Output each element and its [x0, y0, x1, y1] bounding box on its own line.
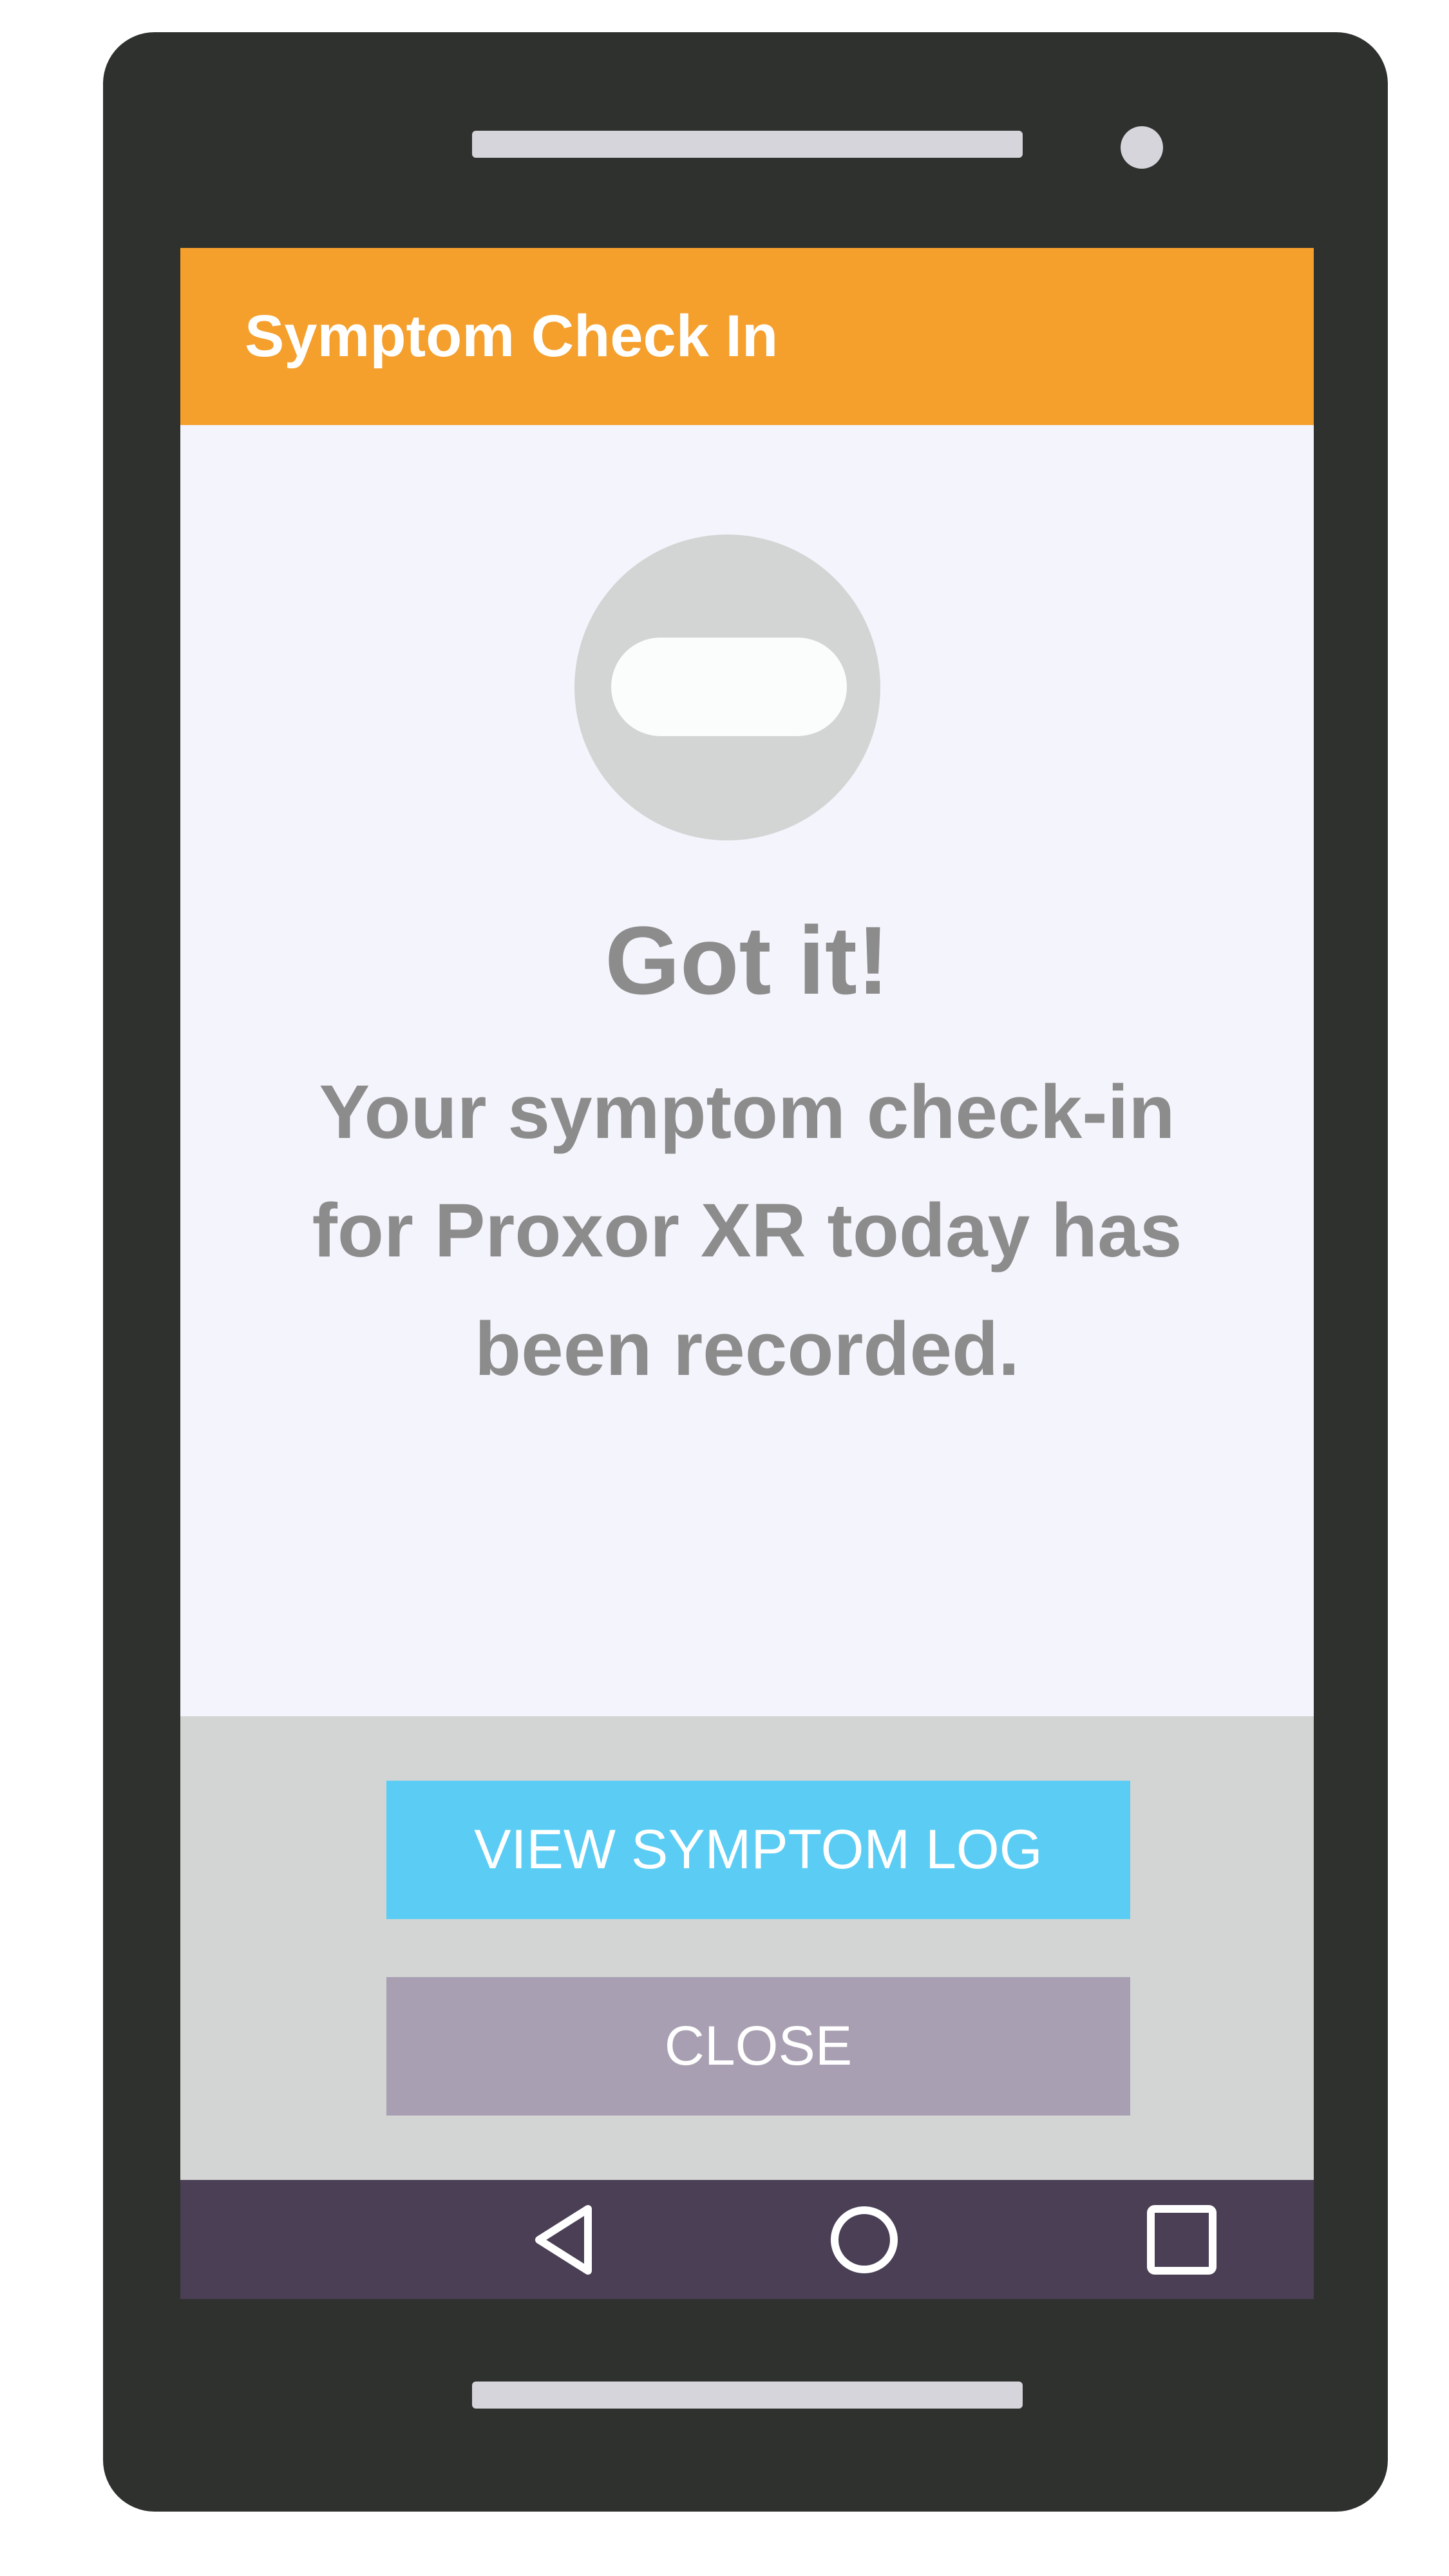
recents-icon — [1147, 2204, 1217, 2275]
confirmation-message: Your symptom check-in for Proxor XR toda… — [312, 1070, 1182, 1392]
back-icon — [535, 2204, 592, 2275]
front-camera — [1121, 126, 1163, 169]
nav-home-button[interactable] — [800, 2180, 929, 2299]
minus-circle-icon — [574, 535, 880, 840]
home-icon — [831, 2206, 898, 2273]
earpiece-speaker — [472, 131, 1023, 158]
app-screen: Symptom Check In Got it! Your symptom ch… — [180, 248, 1314, 2299]
minus-bar — [611, 638, 847, 736]
app-title: Symptom Check In — [245, 303, 779, 369]
nav-back-button[interactable] — [499, 2180, 628, 2299]
action-panel: VIEW SYMPTOM LOG CLOSE — [180, 1716, 1314, 2180]
app-bar: Symptom Check In — [180, 248, 1314, 425]
nav-recents-button[interactable] — [1117, 2180, 1246, 2299]
bottom-speaker — [472, 2382, 1023, 2409]
close-button[interactable]: CLOSE — [386, 1977, 1130, 2116]
view-symptom-log-button[interactable]: VIEW SYMPTOM LOG — [386, 1781, 1130, 1919]
phone-frame: Symptom Check In Got it! Your symptom ch… — [103, 32, 1388, 2512]
system-nav-bar — [180, 2180, 1314, 2299]
confirmation-headline: Got it! — [605, 906, 889, 1014]
